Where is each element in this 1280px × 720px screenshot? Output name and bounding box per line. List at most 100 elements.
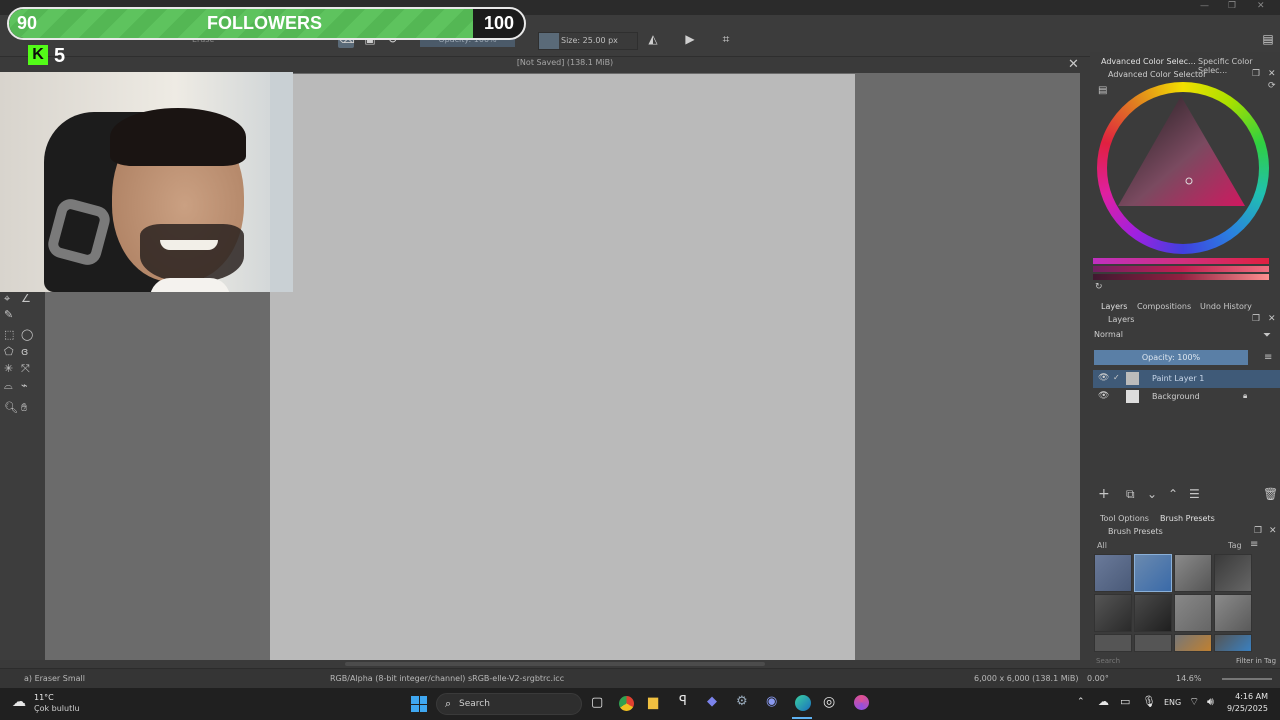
similar-select-icon[interactable]: ⤧: [21, 363, 30, 374]
current-brush-label[interactable]: a) Eraser Small: [24, 674, 85, 683]
task-view-icon[interactable]: ▢: [591, 695, 603, 710]
weather-icon[interactable]: ☁: [12, 694, 26, 710]
rect-select-icon[interactable]: ⬚: [4, 329, 14, 340]
wrap-around-icon[interactable]: ⌗: [718, 32, 734, 48]
meet-icon[interactable]: ▭: [1120, 695, 1130, 708]
size-slider[interactable]: Size: 25.00 px: [538, 32, 638, 50]
pan-tool-icon[interactable]: ✋︎: [21, 402, 27, 413]
teams-icon[interactable]: ◆: [707, 694, 717, 709]
volume-icon[interactable]: 🔊︎: [1207, 695, 1214, 709]
check-icon[interactable]: ✓: [1113, 373, 1120, 382]
layer-opacity-slider[interactable]: Opacity: 100%: [1094, 350, 1248, 365]
polygon-select-icon[interactable]: ⬠: [4, 346, 14, 357]
layer-name[interactable]: Background: [1152, 392, 1200, 401]
weather-temp[interactable]: 11°C: [34, 693, 54, 702]
brush-view-icon[interactable]: ≡: [1250, 539, 1258, 550]
brush-search-input[interactable]: Search: [1096, 657, 1120, 665]
language-indicator[interactable]: ENG: [1164, 698, 1181, 707]
filter-in-tag-checkbox[interactable]: Filter in Tag: [1236, 657, 1276, 665]
brush-preset-item[interactable]: [1174, 554, 1212, 592]
brush-preset-item[interactable]: [1214, 554, 1252, 592]
layer-menu-icon[interactable]: ≡: [1264, 352, 1272, 363]
brush-preset-item[interactable]: [1174, 594, 1212, 632]
brush-preset-item[interactable]: [1134, 554, 1172, 592]
layer-row[interactable]: 👁︎ Background 🔒︎: [1093, 388, 1280, 406]
minimize-icon[interactable]: —: [1200, 1, 1209, 11]
brush-filter-select[interactable]: All: [1097, 541, 1107, 550]
notepad-icon[interactable]: ꟼ: [679, 694, 687, 709]
reset-color-icon[interactable]: ↻: [1095, 282, 1103, 293]
layer-row[interactable]: 👁︎ ✓ Paint Layer 1: [1093, 370, 1280, 388]
assistant-tool-icon[interactable]: ⌖: [4, 293, 10, 304]
taskbar-search[interactable]: ⌕ Search: [436, 693, 582, 715]
magnetic-select-icon[interactable]: ⌁: [21, 380, 28, 391]
layer-blend-select[interactable]: Normal: [1094, 330, 1254, 342]
mirror-vertical-icon[interactable]: ▶: [682, 32, 698, 48]
zoom-tool-icon[interactable]: 🔍︎: [4, 402, 18, 413]
krita-icon[interactable]: [854, 695, 869, 710]
steam-icon[interactable]: ⚙: [736, 694, 748, 709]
ellipse-select-icon[interactable]: ◯: [21, 329, 33, 340]
duplicate-layer-icon[interactable]: ⧉: [1126, 488, 1135, 500]
close-window-icon[interactable]: ✕: [1257, 1, 1265, 11]
windows-start-icon[interactable]: [411, 696, 427, 712]
move-up-icon[interactable]: ⌃: [1168, 488, 1178, 500]
zoom-label[interactable]: 14.6%: [1176, 674, 1201, 683]
hue-ring[interactable]: [1093, 78, 1273, 258]
tab-tool-options[interactable]: Tool Options: [1100, 514, 1149, 523]
delete-layer-icon[interactable]: 🗑︎: [1263, 488, 1278, 500]
brush-preset-item[interactable]: [1134, 634, 1172, 652]
file-explorer-icon[interactable]: ▆: [648, 695, 658, 710]
tab-brush-presets[interactable]: Brush Presets: [1160, 514, 1215, 523]
clock-date[interactable]: 9/25/2025: [1226, 704, 1268, 713]
chrome-icon[interactable]: [619, 696, 634, 711]
chevron-up-icon[interactable]: ⌃: [1077, 697, 1085, 707]
brush-preset-item[interactable]: [1094, 554, 1132, 592]
tab-layers[interactable]: Layers: [1101, 302, 1127, 311]
brush-preset-item[interactable]: [1214, 634, 1252, 652]
wifi-icon[interactable]: ⌔: [1189, 695, 1199, 709]
tab-advanced-color[interactable]: Advanced Color Selec...: [1101, 57, 1196, 66]
canvas[interactable]: [270, 74, 855, 660]
freehand-select-icon[interactable]: ɞ: [21, 346, 28, 357]
horizontal-scrollbar[interactable]: [45, 660, 1080, 668]
measure-tool-icon[interactable]: ∠: [21, 293, 31, 304]
shade-bar-1[interactable]: [1093, 258, 1269, 264]
contiguous-select-icon[interactable]: ✳: [4, 363, 13, 374]
close-brushes-icon[interactable]: ✕: [1269, 526, 1277, 537]
bezier-select-icon[interactable]: ⌓: [4, 380, 13, 391]
brush-preset-item[interactable]: [1094, 634, 1132, 652]
onedrive-icon[interactable]: ☁: [1098, 695, 1109, 708]
reference-tool-icon[interactable]: ✎: [4, 309, 13, 320]
scrollbar-thumb[interactable]: [345, 662, 765, 666]
mic-icon[interactable]: 🎙︎: [1142, 695, 1156, 708]
maximize-icon[interactable]: ❐: [1228, 1, 1236, 11]
close-layers-icon[interactable]: ✕: [1268, 314, 1276, 325]
mirror-horizontal-icon[interactable]: ◭: [645, 32, 661, 48]
zoom-slider[interactable]: [1222, 678, 1272, 680]
clock-time[interactable]: 4:16 AM: [1228, 692, 1268, 701]
tab-undo-history[interactable]: Undo History: [1200, 302, 1252, 311]
lock-icon[interactable]: 🔒︎: [1243, 391, 1247, 401]
discord-icon[interactable]: ◉: [766, 694, 777, 709]
float-brushes-icon[interactable]: ❐: [1254, 526, 1262, 537]
edge-icon[interactable]: [795, 695, 811, 711]
brush-preset-item[interactable]: [1214, 594, 1252, 632]
vertical-scrollbar[interactable]: [1080, 73, 1090, 660]
workspace-icon[interactable]: ▤: [1260, 32, 1276, 48]
brush-preset-item[interactable]: [1174, 634, 1212, 652]
layer-name[interactable]: Paint Layer 1: [1152, 374, 1204, 383]
brush-preset-item[interactable]: [1134, 594, 1172, 632]
rotation-label[interactable]: 0.00°: [1087, 674, 1109, 683]
shade-bar-2[interactable]: [1093, 266, 1269, 272]
layer-properties-icon[interactable]: ☰: [1189, 488, 1200, 500]
weather-desc[interactable]: Çok bulutlu: [34, 704, 80, 713]
visibility-icon[interactable]: 👁︎: [1098, 391, 1109, 401]
tab-compositions[interactable]: Compositions: [1137, 302, 1191, 311]
shade-bar-3[interactable]: [1093, 274, 1269, 280]
filter-icon[interactable]: ⏷: [1263, 330, 1271, 341]
obs-icon[interactable]: ◎: [823, 694, 835, 710]
add-layer-icon[interactable]: +: [1098, 487, 1110, 501]
move-down-icon[interactable]: ⌄: [1147, 488, 1157, 500]
float-layers-icon[interactable]: ❐: [1252, 314, 1260, 325]
